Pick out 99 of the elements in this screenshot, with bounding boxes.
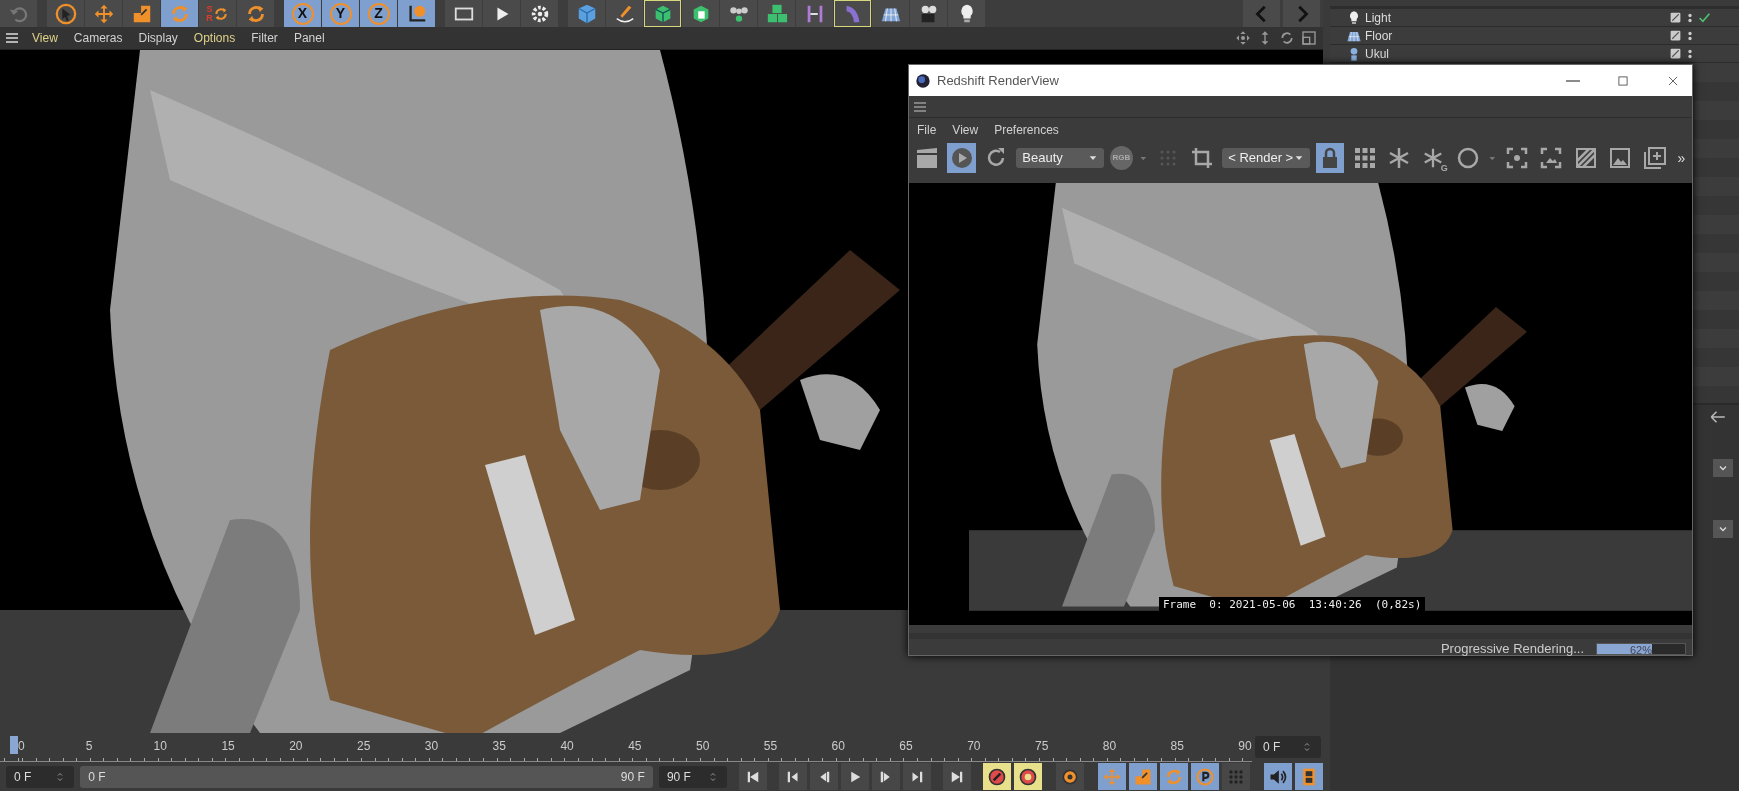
toolbar-button[interactable] <box>398 0 435 27</box>
object-row[interactable]: Ukul <box>1330 45 1739 63</box>
move-icon <box>92 2 115 25</box>
image-icon <box>1608 146 1633 170</box>
cursor-icon <box>54 2 77 25</box>
tool-button[interactable] <box>983 763 1011 790</box>
cubes-icon <box>765 2 788 25</box>
playback-button[interactable] <box>841 763 869 790</box>
toolbar-button[interactable] <box>47 0 84 27</box>
more-button[interactable]: » <box>1674 143 1688 173</box>
check-icon <box>1698 11 1711 24</box>
circle-icon <box>1455 146 1480 170</box>
tool-button[interactable] <box>1295 763 1323 790</box>
frame-number: 55 <box>763 739 778 753</box>
toolbar-button[interactable] <box>834 0 871 27</box>
visibility-checkbox-icon <box>1669 47 1682 60</box>
frame-number: 80 <box>1102 739 1117 753</box>
grid-icon <box>1352 146 1377 170</box>
move-icon <box>1102 766 1122 787</box>
visibility-dots-icon <box>1685 12 1695 23</box>
snowflake-icon <box>1387 146 1411 170</box>
playback-button[interactable] <box>872 763 900 790</box>
toolbar-button[interactable] <box>720 0 757 27</box>
dropdown-button[interactable] <box>1713 520 1733 538</box>
frame-number: 5 <box>85 739 93 753</box>
parameter-icon <box>1195 766 1215 787</box>
toolbar-button[interactable] <box>872 0 909 27</box>
frame-number: 90 <box>1238 739 1252 753</box>
tool-button[interactable] <box>1191 763 1219 790</box>
tool-button[interactable] <box>1264 763 1292 790</box>
frame-number: 45 <box>628 739 642 753</box>
tool-button[interactable] <box>1056 763 1084 790</box>
frame-number: 20 <box>289 739 303 753</box>
playback-button[interactable] <box>739 763 767 790</box>
frame-number: 25 <box>357 739 371 753</box>
move-view-icon <box>1235 30 1251 46</box>
axis-lock-button[interactable]: Z <box>360 0 397 27</box>
dropdown-button[interactable] <box>1713 459 1733 477</box>
snowflake-button[interactable]: G <box>1419 143 1448 173</box>
preview-range-field[interactable]: 0 F 90 F <box>80 765 653 788</box>
maximize-icon <box>1301 30 1317 46</box>
record-icon <box>1018 766 1038 787</box>
frame-field[interactable]: 0 F <box>1255 736 1321 758</box>
frame-number: 85 <box>1170 739 1184 753</box>
status-text: Progressive Rendering... <box>1440 640 1584 659</box>
visibility-checkbox-icon <box>1669 11 1682 24</box>
stripes-icon <box>1573 146 1598 170</box>
frame-number: 15 <box>221 739 235 753</box>
rotate-icon <box>212 5 229 22</box>
tool-button[interactable] <box>1014 763 1042 790</box>
toolbar-button[interactable] <box>521 0 558 27</box>
frame-number: 30 <box>424 739 439 753</box>
object-name[interactable]: Light <box>1365 8 1392 27</box>
frame-number: 35 <box>492 739 506 753</box>
axis-lock-button[interactable]: Y <box>322 0 359 27</box>
frame-number: 60 <box>831 739 845 753</box>
object-row[interactable]: Light <box>1330 9 1739 27</box>
playback-button[interactable] <box>779 763 807 790</box>
end-frame-field[interactable]: 90 F <box>658 765 727 788</box>
frame-number: 50 <box>695 739 710 753</box>
menu-item[interactable]: Options <box>185 29 244 47</box>
frame-number: 70 <box>967 739 981 753</box>
frame-number: 40 <box>560 739 574 753</box>
playback-button[interactable] <box>810 763 838 790</box>
frame-number: 10 <box>153 739 167 753</box>
toolbar-button[interactable] <box>483 0 520 27</box>
object-name[interactable]: Floor <box>1365 26 1393 45</box>
axis-lock-button[interactable]: X <box>284 0 321 27</box>
visibility-checkbox-icon <box>1669 29 1682 42</box>
menu-icon <box>4 30 20 46</box>
add-layer-icon <box>1642 146 1667 170</box>
playhead-handle[interactable] <box>10 736 18 754</box>
object-name[interactable]: Ukul <box>1365 44 1389 63</box>
frame-image-icon <box>1539 146 1564 170</box>
toolbar-button[interactable] <box>644 0 681 27</box>
progress-label: 62% <box>1629 643 1653 658</box>
menu-item[interactable]: Cameras <box>65 29 131 47</box>
start-frame-field[interactable]: 0 F <box>6 765 75 788</box>
menu-item[interactable]: Display <box>130 29 186 47</box>
playback-button[interactable] <box>903 763 931 790</box>
visibility-dots-icon <box>1685 30 1695 41</box>
menu-item[interactable]: Panel <box>285 29 333 47</box>
orbit-icon <box>1279 30 1295 46</box>
toolbar-button[interactable] <box>445 0 482 27</box>
menu-item[interactable]: View <box>24 29 66 47</box>
playback-button[interactable] <box>943 763 971 790</box>
toolbar-button[interactable] <box>948 0 985 27</box>
key-icon <box>987 766 1007 787</box>
object-row[interactable]: Floor <box>1330 27 1739 45</box>
menu-item[interactable]: Filter <box>243 29 286 47</box>
focus-icon <box>1504 146 1529 170</box>
minimize-icon <box>1566 79 1580 82</box>
toolbar-button[interactable] <box>910 0 947 27</box>
toolbar-button[interactable] <box>682 0 719 27</box>
frame-number: 75 <box>1034 739 1049 753</box>
maximize-icon <box>1616 73 1630 88</box>
frame-number: 0 <box>18 739 25 753</box>
visibility-dots-icon <box>1685 48 1695 59</box>
frame-number: 65 <box>899 739 913 753</box>
